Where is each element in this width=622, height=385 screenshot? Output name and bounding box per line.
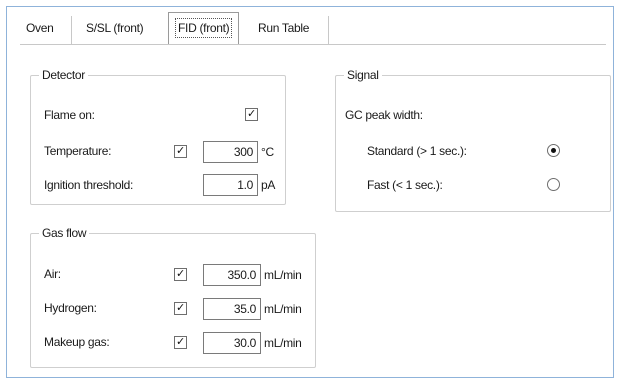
hydrogen-label: Hydrogen: [44,301,97,315]
tab-fid-front[interactable]: FID (front) [168,12,240,45]
check-icon: ✓ [176,268,185,280]
check-icon: ✓ [176,302,185,314]
tab-ssl-front[interactable]: S/SL (front) [80,14,149,42]
gc-peak-width-label: GC peak width: [345,108,423,122]
hydrogen-flow-input[interactable]: 35.0 [203,298,261,320]
tab-separator [71,16,72,44]
temperature-label: Temperature: [44,144,112,158]
air-checkbox[interactable]: ✓ [174,268,187,281]
signal-group-title: Signal [344,68,382,83]
makeup-gas-label: Makeup gas: [44,335,110,349]
makeup-gas-flow-input[interactable]: 30.0 [203,332,261,354]
ignition-threshold-unit: pA [261,178,276,192]
tab-separator [328,16,329,44]
ignition-threshold-input[interactable]: 1.0 [203,174,258,196]
air-flow-unit: mL/min [264,268,302,282]
tab-fid-front-label: FID (front) [175,18,233,38]
air-label: Air: [44,267,61,281]
ignition-threshold-label: Ignition threshold: [44,178,134,192]
temperature-input[interactable]: 300 [203,141,258,163]
gas-flow-group-title: Gas flow [39,226,90,241]
check-icon: ✓ [247,108,256,120]
makeup-gas-flow-unit: mL/min [264,336,302,350]
check-icon: ✓ [176,145,185,157]
flame-on-checkbox[interactable]: ✓ [245,108,258,121]
tab-run-table[interactable]: Run Table [252,14,315,42]
tab-strip-baseline [20,44,606,45]
fast-radio[interactable] [547,178,560,191]
tab-oven[interactable]: Oven [20,14,59,42]
detector-group-title: Detector [39,68,88,83]
flame-on-label: Flame on: [44,108,95,122]
hydrogen-checkbox[interactable]: ✓ [174,302,187,315]
temperature-unit: °C [261,145,274,159]
makeup-gas-checkbox[interactable]: ✓ [174,336,187,349]
temperature-checkbox[interactable]: ✓ [174,145,187,158]
check-icon: ✓ [176,336,185,348]
fast-option-label: Fast (< 1 sec.): [367,178,443,192]
hydrogen-flow-unit: mL/min [264,302,302,316]
air-flow-input[interactable]: 350.0 [203,264,261,286]
standard-radio[interactable] [547,144,560,157]
standard-option-label: Standard (> 1 sec.): [367,144,467,158]
